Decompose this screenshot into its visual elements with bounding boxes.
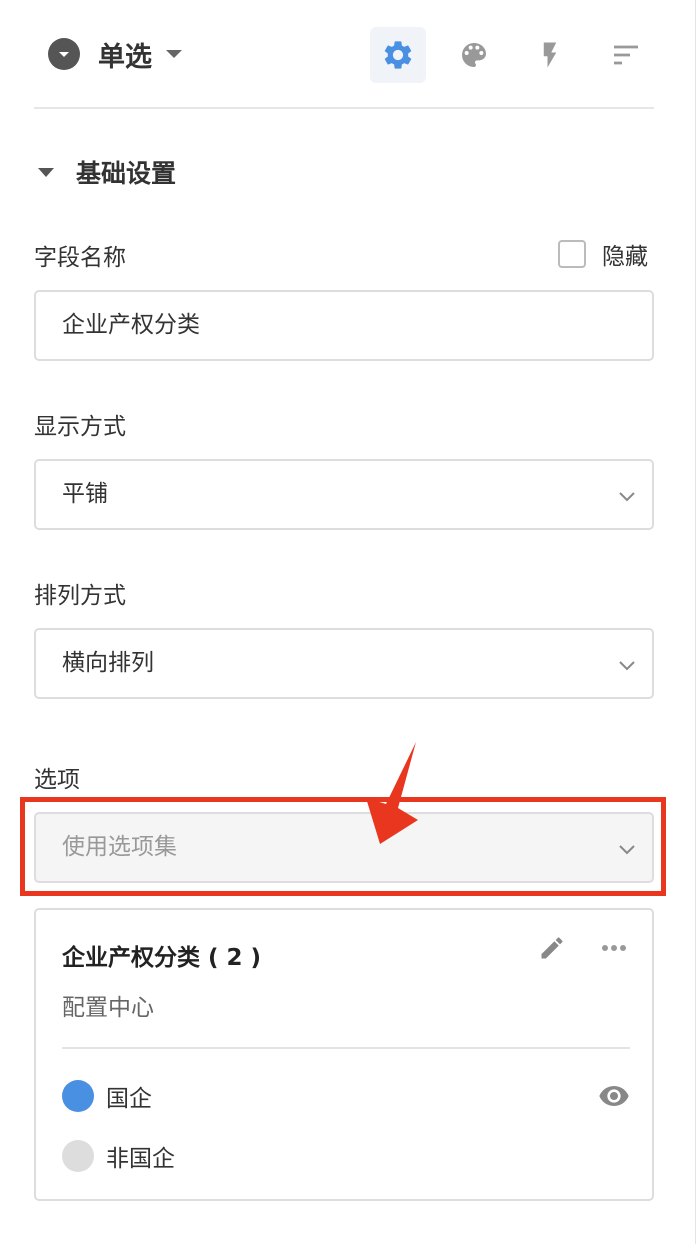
panel-border <box>695 0 696 1244</box>
chevron-down-icon <box>619 492 635 502</box>
gear-icon <box>384 41 412 69</box>
lightning-icon <box>543 42 557 68</box>
chevron-down-icon <box>166 50 182 58</box>
palette-icon <box>462 43 486 67</box>
card-divider <box>62 1047 630 1049</box>
sort-tab[interactable] <box>598 27 654 83</box>
style-tab[interactable] <box>446 27 502 83</box>
option-item: 非国企 <box>62 1138 175 1174</box>
panel-header: 单选 <box>34 20 654 90</box>
event-tab[interactable] <box>522 27 578 83</box>
display-mode-select[interactable]: 平铺 <box>34 459 654 530</box>
more-button[interactable] <box>596 930 632 966</box>
visibility-toggle[interactable] <box>596 1078 632 1114</box>
edit-button[interactable] <box>534 930 570 966</box>
display-mode-value: 平铺 <box>62 481 108 507</box>
option-item: 国企 <box>62 1078 152 1114</box>
chevron-down-icon <box>619 661 635 671</box>
option-color-dot <box>62 1140 94 1172</box>
field-type-selector[interactable]: 单选 <box>48 34 182 74</box>
arrangement-select[interactable]: 横向排列 <box>34 628 654 699</box>
highlight-annotation <box>20 797 666 896</box>
arrangement-value: 横向排列 <box>62 650 154 676</box>
hide-checkbox[interactable] <box>558 240 586 268</box>
pencil-icon <box>541 937 563 959</box>
field-name-input[interactable]: 企业产权分类 <box>34 290 654 361</box>
section-title: 基础设置 <box>76 159 177 188</box>
more-icon <box>602 945 626 951</box>
field-type-label: 单选 <box>98 41 152 73</box>
arrangement-label: 排列方式 <box>34 583 126 609</box>
option-color-dot <box>62 1080 94 1112</box>
field-name-label: 字段名称 <box>34 245 126 271</box>
section-basic-settings[interactable]: 基础设置 <box>34 152 176 192</box>
option-label: 国企 <box>106 1086 152 1112</box>
eye-icon <box>599 1086 629 1106</box>
header-divider <box>34 107 654 109</box>
caret-down-icon <box>38 167 54 177</box>
option-set-subtitle: 配置中心 <box>62 995 154 1021</box>
option-label: 非国企 <box>106 1146 175 1172</box>
settings-tab[interactable] <box>370 27 426 83</box>
sort-icon <box>614 45 638 65</box>
radio-type-icon <box>48 38 80 70</box>
options-label: 选项 <box>34 767 80 793</box>
display-mode-label: 显示方式 <box>34 414 126 440</box>
field-name-value: 企业产权分类 <box>62 312 200 338</box>
arrow-annotation-icon <box>366 742 418 844</box>
option-set-title: 企业产权分类 ( 2 ) <box>62 945 262 971</box>
hide-toggle[interactable]: 隐藏 <box>558 238 648 270</box>
option-set-card: 企业产权分类 ( 2 ) 配置中心 国企 非国企 <box>34 908 654 1201</box>
hide-label: 隐藏 <box>602 244 648 270</box>
